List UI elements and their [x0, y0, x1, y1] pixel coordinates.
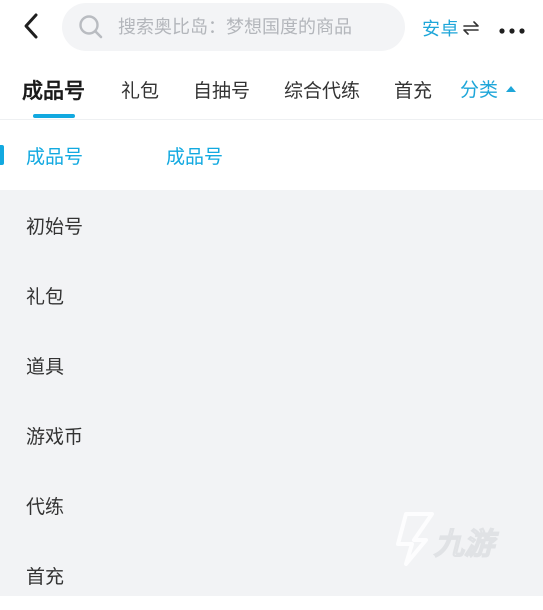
sidebar-item-first-recharge[interactable]: 首充	[0, 540, 145, 610]
tab-first-recharge[interactable]: 首充	[394, 76, 432, 104]
tab-bar: 成品号 礼包 自抽号 综合代练 首充 分类	[0, 58, 543, 120]
platform-switch[interactable]: 安卓	[422, 14, 480, 42]
sidebar-item-finished-account[interactable]: 成品号	[0, 120, 145, 190]
more-dots-icon	[499, 19, 525, 38]
sidebar-item-game-currency[interactable]: 游戏币	[0, 400, 145, 470]
sidebar-item-label: 道具	[26, 355, 65, 378]
sidebar-item-label: 游戏币	[26, 425, 84, 448]
more-button[interactable]	[497, 18, 527, 38]
active-tab-indicator	[33, 114, 75, 118]
sidebar-item-items[interactable]: 道具	[0, 330, 145, 400]
category-sidebar: 成品号 初始号 礼包 道具 游戏币 代练 首充	[0, 120, 145, 596]
sidebar-item-label: 成品号	[26, 145, 84, 168]
top-bar: 安卓	[0, 0, 543, 56]
content-header: 成品号	[145, 120, 543, 190]
content-title: 成品号	[166, 145, 224, 168]
platform-label: 安卓	[422, 19, 459, 40]
jiuyou-logo-icon: 九游	[392, 510, 504, 568]
caret-up-icon	[506, 84, 517, 94]
tab-gift-pack[interactable]: 礼包	[121, 76, 159, 104]
swap-arrows-icon	[462, 19, 480, 37]
watermark-text: 九游	[433, 527, 499, 562]
chevron-left-icon	[22, 12, 42, 44]
sidebar-item-initial-account[interactable]: 初始号	[0, 190, 145, 260]
sidebar-item-label: 首充	[26, 565, 65, 588]
category-toggle-label: 分类	[460, 79, 499, 101]
sidebar-item-boosting[interactable]: 代练	[0, 470, 145, 540]
sidebar-item-label: 初始号	[26, 215, 84, 238]
back-button[interactable]	[16, 12, 48, 44]
active-item-marker	[0, 145, 4, 165]
sidebar-item-gift-pack[interactable]: 礼包	[0, 260, 145, 330]
category-toggle[interactable]: 分类	[432, 58, 543, 119]
search-input[interactable]	[118, 16, 388, 38]
search-icon	[78, 14, 104, 40]
tab-boosting-service[interactable]: 综合代练	[284, 76, 360, 104]
tab-finished-account[interactable]: 成品号	[22, 75, 85, 103]
tab-self-draw-account[interactable]: 自抽号	[193, 76, 250, 104]
sidebar-item-label: 代练	[26, 495, 65, 518]
search-bar[interactable]	[62, 3, 405, 51]
sidebar-item-label: 礼包	[26, 285, 65, 308]
